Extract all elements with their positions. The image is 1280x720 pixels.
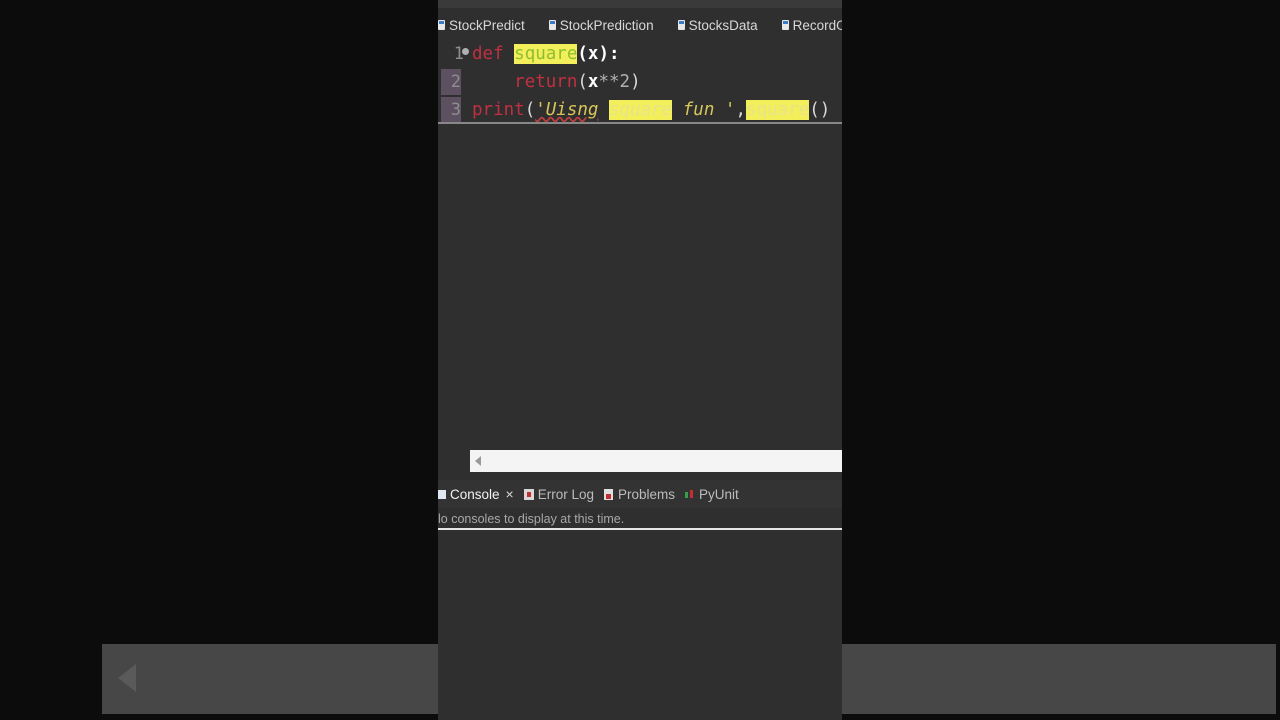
tab-stockpredict[interactable]: StockPredict	[438, 18, 525, 33]
line-number-gutter: 1 2 3	[438, 40, 469, 130]
tab-label: RecordOwnVoi	[792, 17, 842, 33]
tab-label: StockPrediction	[559, 17, 654, 33]
horizontal-scrollbar[interactable]	[470, 450, 842, 472]
colon: :	[608, 44, 620, 64]
pyunit-icon	[685, 489, 695, 499]
background-video-bar-left	[102, 644, 438, 714]
close-icon[interactable]: ×	[506, 486, 514, 502]
tab-console[interactable]: Console ×	[438, 486, 514, 502]
string-highlight: square	[609, 100, 673, 120]
ide-window: StockPredict StockPrediction StocksData …	[438, 0, 842, 720]
console-divider	[438, 528, 842, 530]
console-message: lo consoles to display at this time.	[438, 512, 625, 526]
code-editor[interactable]: 1 2 3 def square(x): return(x**2) print(…	[438, 40, 842, 450]
paren: )	[630, 72, 641, 92]
paren: (	[577, 72, 588, 92]
editor-tab-bar: StockPredict StockPrediction StocksData …	[438, 10, 842, 40]
keyword: return	[514, 72, 578, 92]
tab-recordownvoi[interactable]: RecordOwnVoi	[781, 17, 842, 33]
params: (x)	[577, 44, 609, 64]
scroll-left-icon[interactable]	[475, 456, 481, 466]
number: 2	[619, 72, 631, 92]
line-number: 2	[441, 69, 461, 95]
paren: (	[524, 100, 536, 120]
fold-marker-icon[interactable]	[462, 48, 469, 55]
line-number: 3	[441, 97, 461, 123]
window-top-strip	[438, 0, 842, 8]
code-line-2: return(x**2)	[472, 69, 641, 95]
error-log-icon	[523, 488, 534, 500]
tab-stockprediction[interactable]: StockPrediction	[548, 17, 654, 33]
python-file-icon	[438, 20, 445, 30]
string: fun '	[682, 100, 736, 120]
background-video-bar-right	[842, 644, 1276, 714]
tab-label: StockPredict	[449, 17, 525, 33]
function-call-highlight: square	[746, 100, 810, 120]
line-number: 1	[453, 44, 464, 64]
keyword: def	[472, 44, 504, 64]
tab-error-log[interactable]: Error Log	[523, 486, 594, 502]
tab-stocksdata[interactable]: StocksData	[677, 17, 758, 33]
operator: **	[598, 72, 620, 92]
string-misspelled: 'Uisng	[535, 100, 599, 120]
tab-problems[interactable]: Problems	[604, 487, 675, 502]
code-line-1: def square(x):	[472, 41, 620, 67]
python-file-icon	[548, 20, 556, 30]
function-name-highlight: square	[514, 44, 578, 64]
keyword: print	[472, 100, 525, 120]
console-icon	[438, 489, 446, 499]
code-line-3: print('Uisng square fun ',square()	[472, 97, 830, 123]
tab-label: Console	[450, 486, 500, 502]
tab-label: Error Log	[537, 486, 594, 502]
problems-icon	[604, 488, 613, 500]
console-tab-bar: Console × Error Log Problems PyUnit	[438, 480, 842, 508]
tab-label: StocksData	[688, 17, 758, 33]
tab-label: PyUnit	[699, 486, 739, 502]
scroll-gutter	[438, 450, 470, 472]
tab-label: Problems	[618, 486, 676, 502]
call-args: ()	[809, 100, 831, 120]
comma: ,	[735, 100, 746, 120]
previous-arrow-icon[interactable]	[118, 664, 136, 692]
python-file-icon	[781, 20, 789, 30]
tab-pyunit[interactable]: PyUnit	[685, 487, 739, 502]
python-file-icon	[677, 20, 685, 30]
variable: x	[587, 72, 599, 92]
